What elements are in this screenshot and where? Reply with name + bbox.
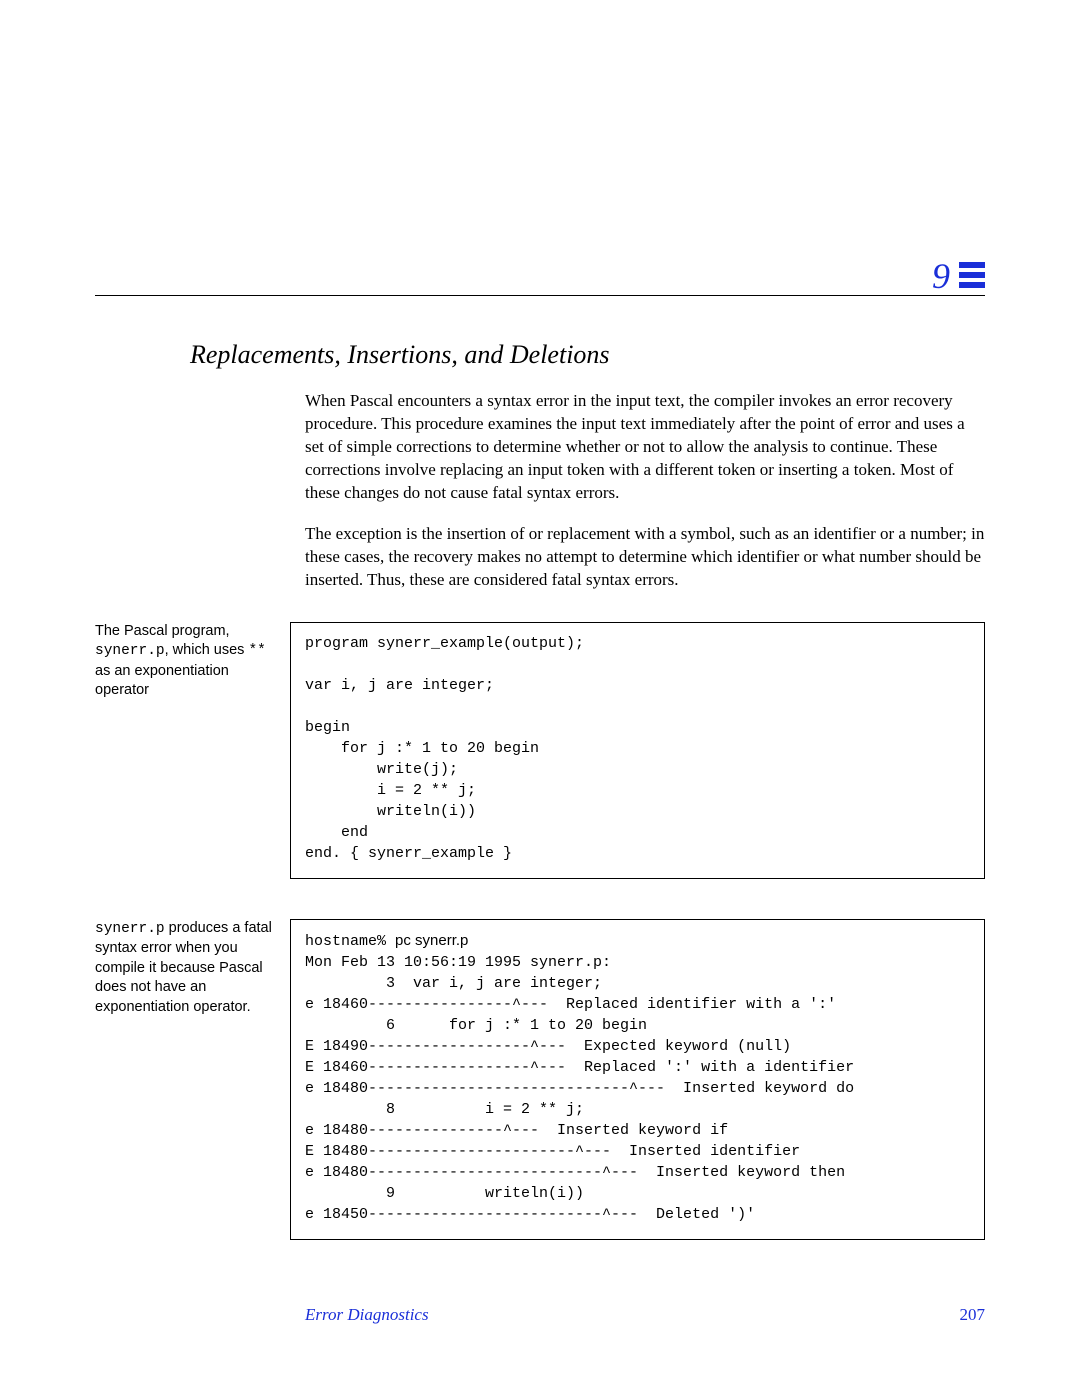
chapter-icon [959,262,985,288]
section-title: Replacements, Insertions, and Deletions [190,340,985,370]
paragraph-1: When Pascal encounters a syntax error in… [305,390,985,505]
side-note-1: The Pascal program, synerr.p, which uses… [95,622,290,879]
footer-page-number: 207 [960,1305,986,1325]
paragraph-2: The exception is the insertion of or rep… [305,523,985,592]
side-note-2: synerr.p produces a fatal syntax error w… [95,919,290,1240]
code-box-1: program synerr_example(output); var i, j… [290,622,985,879]
code-box-2: hostname% pc synerr.p Mon Feb 13 10:56:1… [290,919,985,1240]
page-footer: Error Diagnostics 207 [305,1305,985,1325]
footer-title: Error Diagnostics [305,1305,429,1325]
chapter-number: 9 [932,255,950,297]
top-rule [95,295,985,296]
